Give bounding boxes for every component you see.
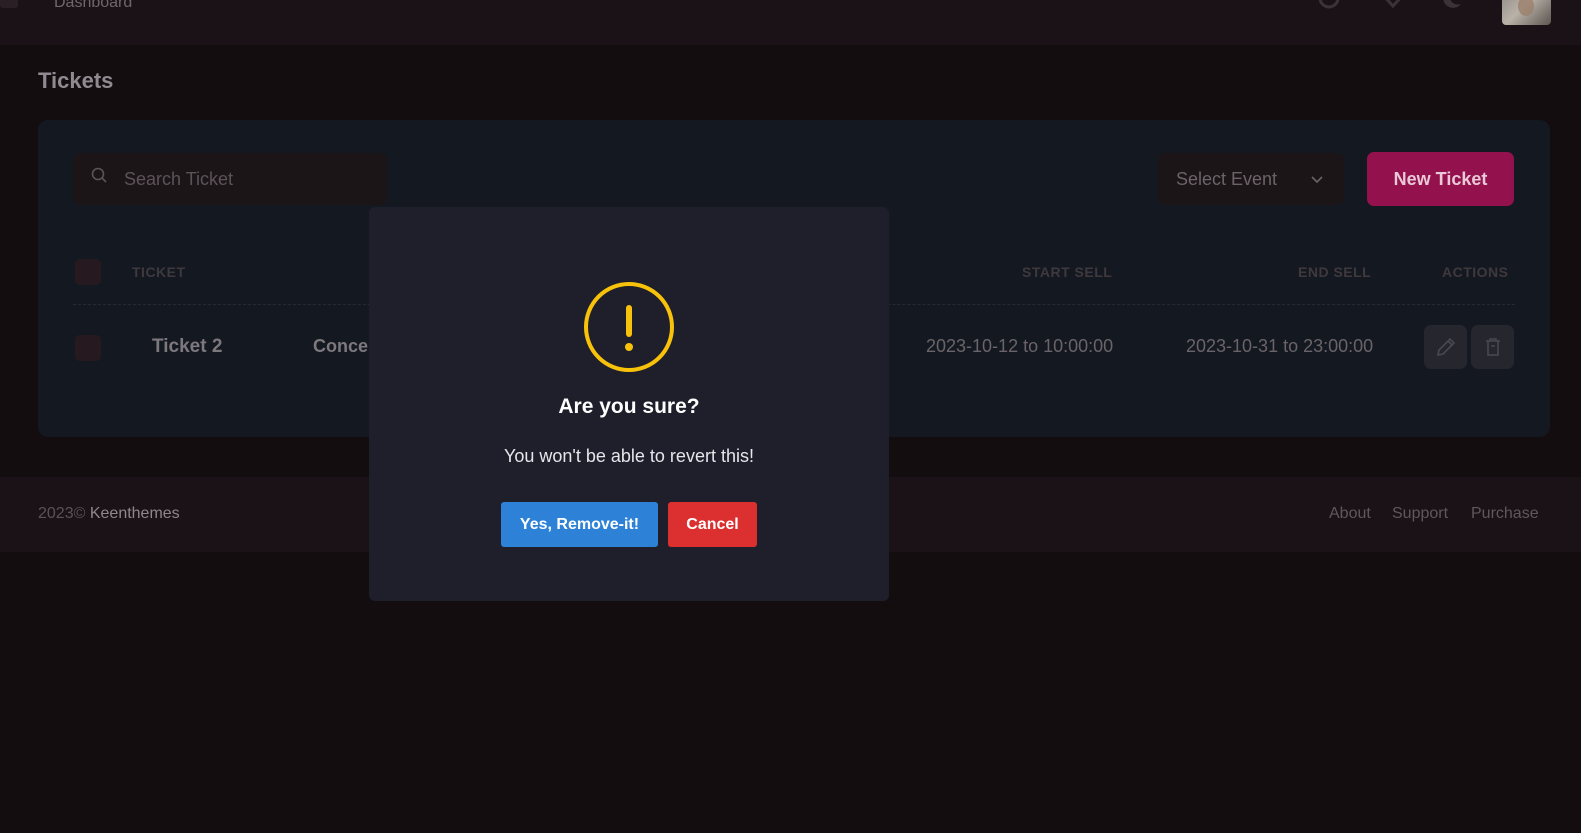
row-checkbox[interactable] [75, 335, 101, 361]
ticket-event: Conce [313, 336, 369, 356]
cancel-button[interactable]: Cancel [668, 502, 757, 547]
pencil-icon [1436, 337, 1456, 357]
footer-link-support[interactable]: Support [1392, 505, 1448, 523]
column-header-actions: ACTIONS [1442, 264, 1509, 280]
ticket-end-sell: 2023-10-31 to 23:00:00 [1186, 336, 1374, 356]
exclamation-icon [584, 282, 674, 372]
search-icon[interactable] [1317, 0, 1341, 14]
ticket-name[interactable]: Ticket 2 [152, 336, 222, 358]
page-title: Tickets [38, 68, 114, 93]
footer-copyright: 2023© Keenthemes [38, 505, 180, 523]
search-input[interactable]: Search Ticket [124, 169, 233, 190]
menu-toggle-icon[interactable] [0, 0, 18, 8]
edit-button[interactable] [1424, 325, 1467, 369]
footer-year: 2023© [38, 505, 86, 522]
trash-icon [1486, 338, 1500, 356]
footer-brand-link[interactable]: Keenthemes [90, 505, 180, 522]
select-event-label: Select Event [1176, 169, 1278, 189]
column-header-start-sell[interactable]: START SELL [1022, 264, 1112, 280]
avatar[interactable] [1502, 0, 1551, 25]
ticket-start-sell: 2023-10-12 to 10:00:00 [926, 336, 1114, 356]
new-ticket-button[interactable]: New Ticket [1367, 152, 1514, 206]
diamond-icon[interactable] [1380, 0, 1406, 14]
breadcrumb[interactable]: Dashboard [54, 0, 132, 12]
delete-button[interactable] [1471, 325, 1514, 369]
chevron-down-icon [1311, 176, 1323, 184]
footer-link-purchase[interactable]: Purchase [1471, 505, 1539, 523]
select-all-checkbox[interactable] [75, 259, 101, 285]
column-header-end-sell[interactable]: END SELL [1298, 264, 1371, 280]
top-header: Dashboard [0, 0, 1581, 45]
column-header-ticket[interactable]: TICKET [132, 264, 186, 280]
select-event-dropdown[interactable]: Select Event [1158, 153, 1344, 205]
footer-link-about[interactable]: About [1329, 505, 1371, 523]
theme-toggle-icon[interactable] [1443, 0, 1465, 14]
search-icon [91, 167, 107, 183]
search-field[interactable]: Search Ticket [73, 153, 387, 205]
confirm-dialog: Are you sure? You won't be able to rever… [369, 207, 889, 601]
dialog-message: You won't be able to revert this! [504, 446, 754, 466]
dialog-title: Are you sure? [558, 395, 700, 418]
confirm-remove-button[interactable]: Yes, Remove-it! [501, 502, 658, 547]
